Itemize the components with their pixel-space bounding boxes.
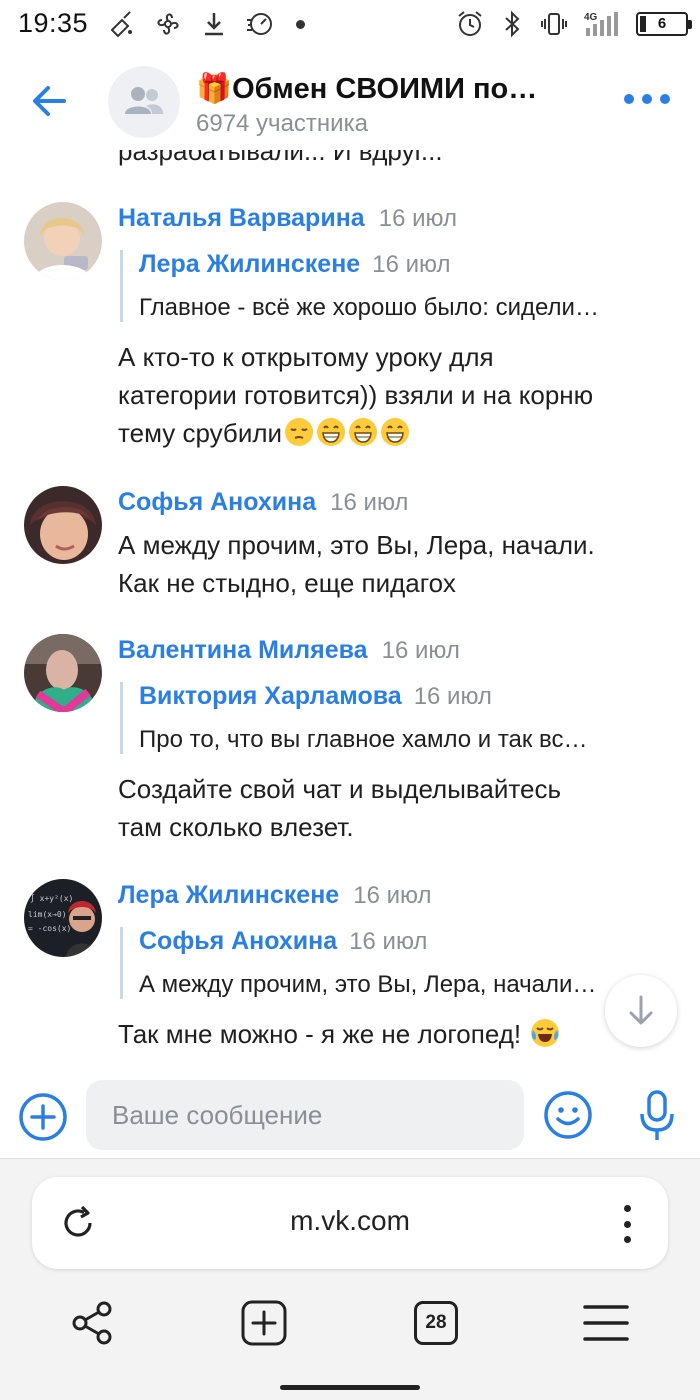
message-text: Так мне можно - я же не логопед! [118,1015,678,1053]
cleaner-icon [110,11,132,38]
message-date: 16 июл [330,489,409,516]
participants-count: 6974 участника [196,110,368,137]
reply-quote[interactable]: Лера Жилинскене 16 июл Главное - всё же х… [120,250,680,322]
svg-text:= -cos(x): = -cos(x) [28,924,71,933]
avatar[interactable]: ∫ x+y²(x) lim(x→0) = -cos(x) [24,879,102,957]
message-line: А между прочим, это Вы, Лера, начали. [118,530,595,560]
message-composer [0,1080,700,1158]
avatar[interactable] [24,634,102,712]
vibrate-icon [541,13,567,35]
quote-text: А между прочим, это Вы, Лера, начали… [139,971,597,998]
scroll-down-button[interactable] [605,975,677,1047]
message-text: А кто-то к открытому уроку для категории… [118,338,678,452]
network-label: 4G [584,12,598,23]
svg-text:∫ x+y²(x): ∫ x+y²(x) [30,894,73,903]
message-author[interactable]: Софья Анохина [118,488,316,516]
message-line: тему срубили [118,418,283,448]
chat-title[interactable]: 🎁Обмен СВОИМИ по… [196,72,537,106]
quote-date: 16 июл [349,928,428,955]
dot-icon [296,19,305,29]
status-time: 19:35 [18,8,89,38]
browser-toolbar: m.vk.com 28 [0,1158,700,1400]
arrow-down-icon [629,995,653,1025]
address-bar[interactable]: m.vk.com [32,1177,668,1269]
status-icons-right: 4G 6 [456,10,692,38]
grin-emoji-icon [317,418,346,446]
message-line: категории готовится)) взяли и на корню [118,380,594,410]
message-text: Создайте свой чат и выделывайтесь там ск… [118,770,678,846]
emoji-smile-icon[interactable] [543,1090,593,1140]
message-line: там сколько влезет. [118,812,354,842]
reply-quote[interactable]: Софья Анохина 16 июл А между прочим, это … [120,927,680,999]
tears-of-joy-emoji-icon [531,1019,560,1047]
chat-header: 🎁Обмен СВОИМИ по… 6974 участника [0,50,700,150]
svg-text:lim(x→0): lim(x→0) [28,910,67,919]
more-options-button[interactable] [624,94,670,108]
back-arrow-icon[interactable] [26,78,72,124]
status-bar: 19:35 4G 6 [0,0,700,50]
speed-icon [247,13,272,35]
message-input[interactable] [86,1080,524,1150]
quote-text: Главное - всё же хорошо было: сидели… [139,294,599,321]
message-author[interactable]: Лера Жилинскене [118,881,339,909]
alarm-icon [458,11,482,36]
message-date: 16 июл [378,205,457,232]
attach-plus-icon[interactable] [18,1092,68,1142]
quote-author: Виктория Харламова [139,682,402,710]
avatar[interactable] [24,202,102,280]
hamburger-menu-icon[interactable] [582,1299,630,1347]
message-line: Как не стыдно, еще пидагох [118,568,456,598]
reply-quote[interactable]: Виктория Харламова 16 июл Про то, что вы … [120,682,680,754]
url-text[interactable]: m.vk.com [32,1205,668,1237]
browser-menu-button[interactable] [624,1205,632,1243]
signal-icon: 4G [584,12,618,36]
new-tab-icon[interactable] [240,1299,288,1347]
status-icons-left [108,10,305,38]
pinwheel-icon [157,13,179,35]
message-text: А между прочим, это Вы, Лера, начали. Ка… [118,526,678,602]
microphone-icon[interactable] [640,1090,674,1142]
home-indicator[interactable] [280,1385,420,1390]
quote-text: Про то, что вы главное хамло и так вс… [139,726,588,753]
battery-icon: 6 [636,12,692,36]
message-list[interactable]: разрабатывали... И вдруг... Наталья Варв… [0,150,700,1080]
message-author[interactable]: Наталья Варварина [118,204,365,232]
group-icon [125,87,164,114]
quote-author: Лера Жилинскене [139,250,361,278]
previous-message-tail: разрабатывали... И вдруг... [118,150,443,166]
grin-emoji-icon [349,418,378,446]
group-avatar[interactable] [108,66,180,138]
message-line: Так мне можно - я же не логопед! [118,1019,522,1049]
pensive-emoji-icon [285,418,314,446]
share-icon[interactable] [70,1299,118,1347]
message-line: Создайте свой чат и выделывайтесь [118,774,562,804]
quote-date: 16 июл [372,251,451,278]
grin-emoji-icon [381,418,410,446]
battery-level: 6 [657,15,667,32]
quote-date: 16 июл [413,683,492,710]
message-date: 16 июл [353,882,432,909]
bluetooth-icon [505,10,520,38]
avatar[interactable] [24,486,102,564]
message-date: 16 июл [381,637,460,664]
tabs-count-button[interactable]: 28 [414,1301,458,1345]
browser-nav-bar: 28 [0,1299,700,1355]
message-author[interactable]: Валентина Миляева [118,636,368,664]
quote-author: Софья Анохина [139,927,338,955]
message-line: А кто-то к открытому уроку для [118,342,494,372]
download-icon [205,13,223,36]
